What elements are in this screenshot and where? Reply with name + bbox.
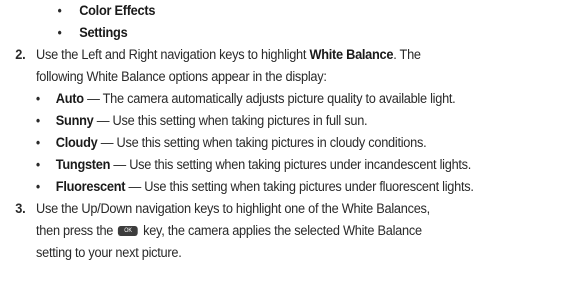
document-page: • Color Effects • Settings 2. Use the Le… xyxy=(0,0,520,304)
step-text: setting to your next picture. xyxy=(36,245,182,261)
option-item-sunny: • Sunny — Use this setting when taking p… xyxy=(0,110,578,132)
option-item-tungsten: • Tungsten — Use this setting when takin… xyxy=(0,154,578,176)
step-number: 2. xyxy=(15,47,26,63)
bullet-icon: • xyxy=(57,3,62,18)
bullet-icon: • xyxy=(36,179,40,194)
step-2: 2. Use the Left and Right navigation key… xyxy=(0,44,578,198)
option-item-cloudy: • Cloudy — Use this setting when taking … xyxy=(0,132,578,154)
ok-key-icon xyxy=(118,220,139,242)
option-item-auto: • Auto — The camera automatically adjust… xyxy=(0,88,578,110)
step-number: 3. xyxy=(15,201,26,217)
bullet-icon: • xyxy=(36,113,40,128)
option-name: Fluorescent xyxy=(55,179,126,195)
option-name: Tungsten xyxy=(55,157,111,173)
bullet-icon: • xyxy=(36,157,40,172)
list-item: • Color Effects xyxy=(0,0,578,22)
bullet-label: Settings xyxy=(79,25,128,41)
option-description: — Use this setting when taking pictures … xyxy=(110,157,472,173)
bullet-icon: • xyxy=(57,25,62,40)
document-body: • Color Effects • Settings 2. Use the Le… xyxy=(0,0,578,264)
option-description: — Use this setting when taking pictures … xyxy=(93,113,368,129)
step-3: 3. Use the Up/Down navigation keys to hi… xyxy=(0,198,578,264)
option-name: Cloudy xyxy=(55,135,98,151)
option-item-fluorescent: • Fluorescent — Use this setting when ta… xyxy=(0,176,578,198)
option-name: Auto xyxy=(55,91,84,107)
bullet-icon: • xyxy=(36,91,40,106)
option-description: — The camera automatically adjusts pictu… xyxy=(83,91,456,107)
step-text: Use the Up/Down navigation keys to highl… xyxy=(36,201,430,217)
option-description: — Use this setting when taking pictures … xyxy=(97,135,427,151)
option-description: — Use this setting when taking pictures … xyxy=(125,179,474,195)
list-item: • Settings xyxy=(0,22,578,44)
step-text: Use the Left and Right navigation keys t… xyxy=(36,47,421,63)
white-balance-label: White Balance xyxy=(309,47,394,63)
bullet-icon: • xyxy=(36,135,40,150)
option-name: Sunny xyxy=(55,113,94,129)
bullet-label: Color Effects xyxy=(79,3,156,19)
step-text: following White Balance options appear i… xyxy=(36,69,327,85)
step-text: then press the key, the camera applies t… xyxy=(36,220,578,242)
